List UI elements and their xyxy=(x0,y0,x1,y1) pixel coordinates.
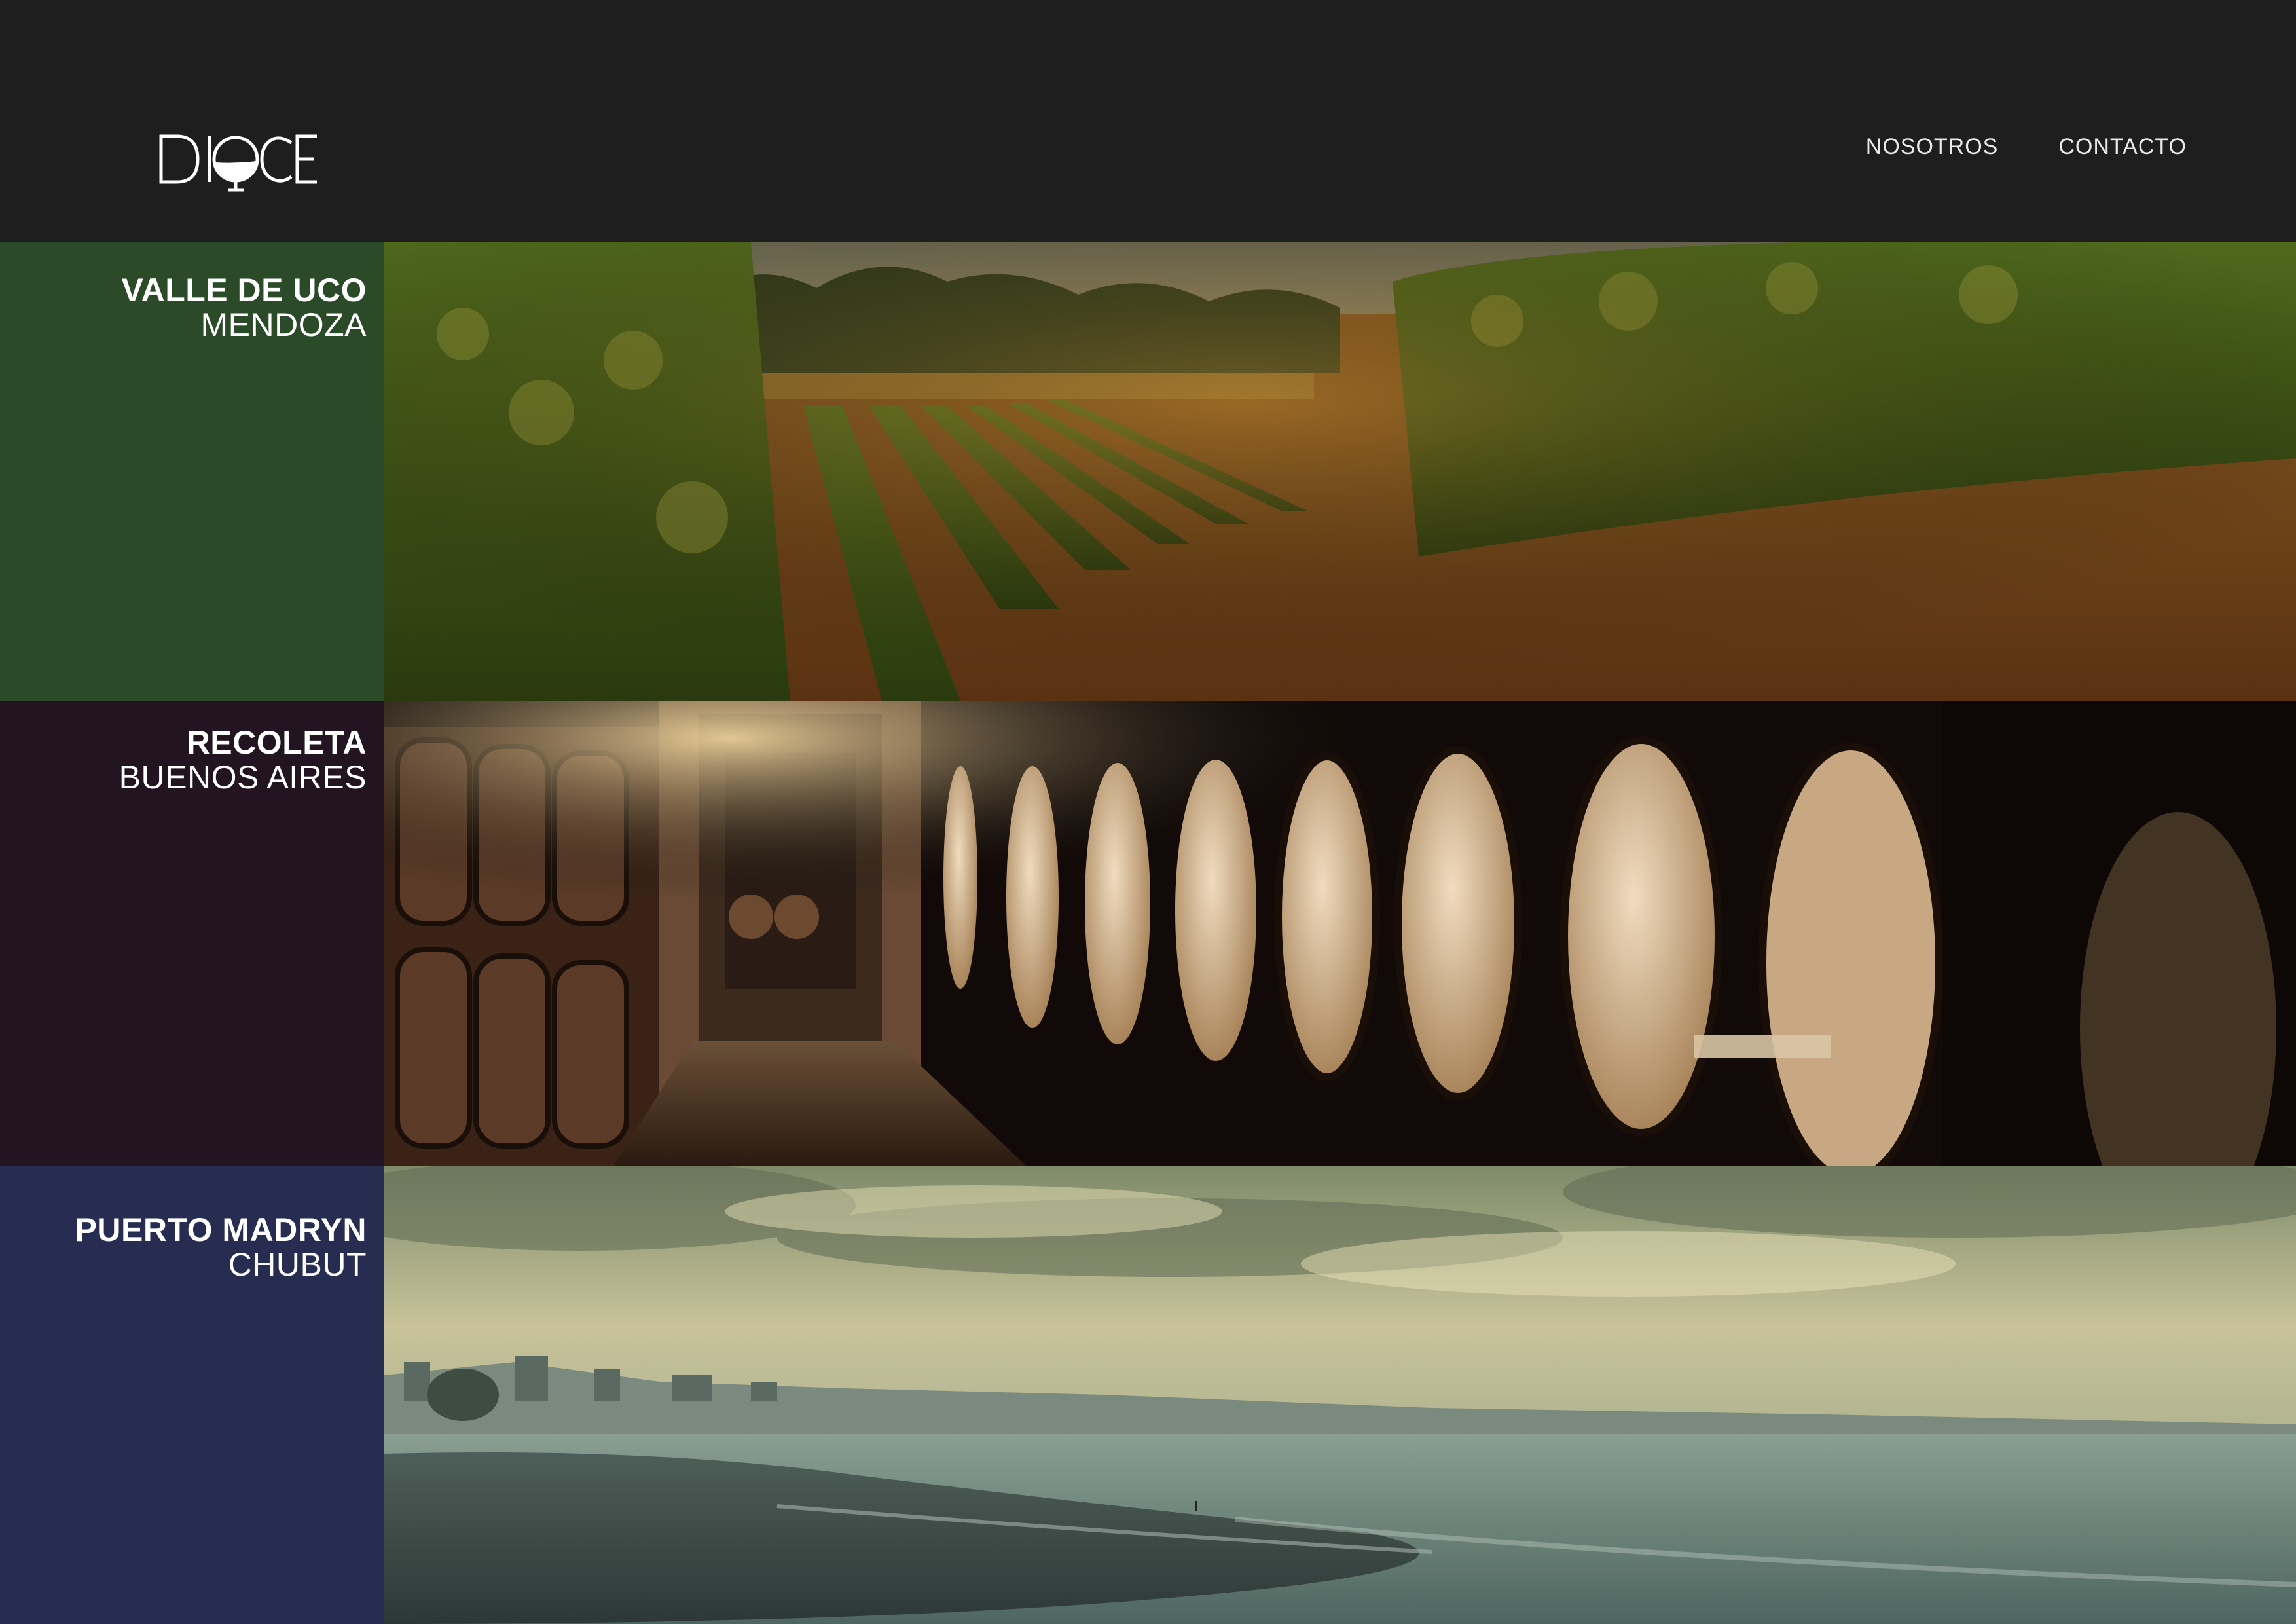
location-region: CHUBUT xyxy=(228,1246,367,1283)
nav-link-contacto[interactable]: CONTACTO xyxy=(2058,134,2187,160)
location-section-valle-de-uco[interactable]: VALLE DE UCO MENDOZA xyxy=(0,242,2296,701)
beach-photo xyxy=(384,1166,2296,1624)
location-panel: RECOLETA BUENOS AIRES xyxy=(0,701,384,1166)
site-header: NOSOTROS CONTACTO xyxy=(0,0,2296,242)
location-name: RECOLETA xyxy=(186,724,367,761)
location-panel: PUERTO MADRYN CHUBUT xyxy=(0,1166,384,1624)
dioce-logo-icon xyxy=(159,134,317,192)
location-region: MENDOZA xyxy=(200,306,367,343)
vineyard-image xyxy=(384,242,2296,701)
brand-logo[interactable] xyxy=(157,130,321,195)
location-name: PUERTO MADRYN xyxy=(75,1211,367,1248)
main-nav: NOSOTROS CONTACTO xyxy=(1866,134,2187,160)
wine-cellar-photo xyxy=(384,701,2296,1166)
location-section-puerto-madryn[interactable]: PUERTO MADRYN CHUBUT xyxy=(0,1166,2296,1624)
location-title: RECOLETA BUENOS AIRES xyxy=(0,701,367,794)
location-section-recoleta[interactable]: RECOLETA BUENOS AIRES xyxy=(0,701,2296,1166)
beach-image xyxy=(384,1166,2296,1624)
nav-link-nosotros[interactable]: NOSOTROS xyxy=(1866,134,1999,160)
location-title: PUERTO MADRYN CHUBUT xyxy=(0,1166,367,1282)
location-name: VALLE DE UCO xyxy=(121,272,367,308)
vineyard-photo xyxy=(384,242,2296,701)
wine-cellar-image xyxy=(384,701,2296,1166)
location-title: VALLE DE UCO MENDOZA xyxy=(0,242,367,342)
page: NOSOTROS CONTACTO VALLE DE UCO MENDOZA R… xyxy=(0,0,2296,1624)
location-region: BUENOS AIRES xyxy=(118,758,367,796)
location-panel: VALLE DE UCO MENDOZA xyxy=(0,242,384,701)
